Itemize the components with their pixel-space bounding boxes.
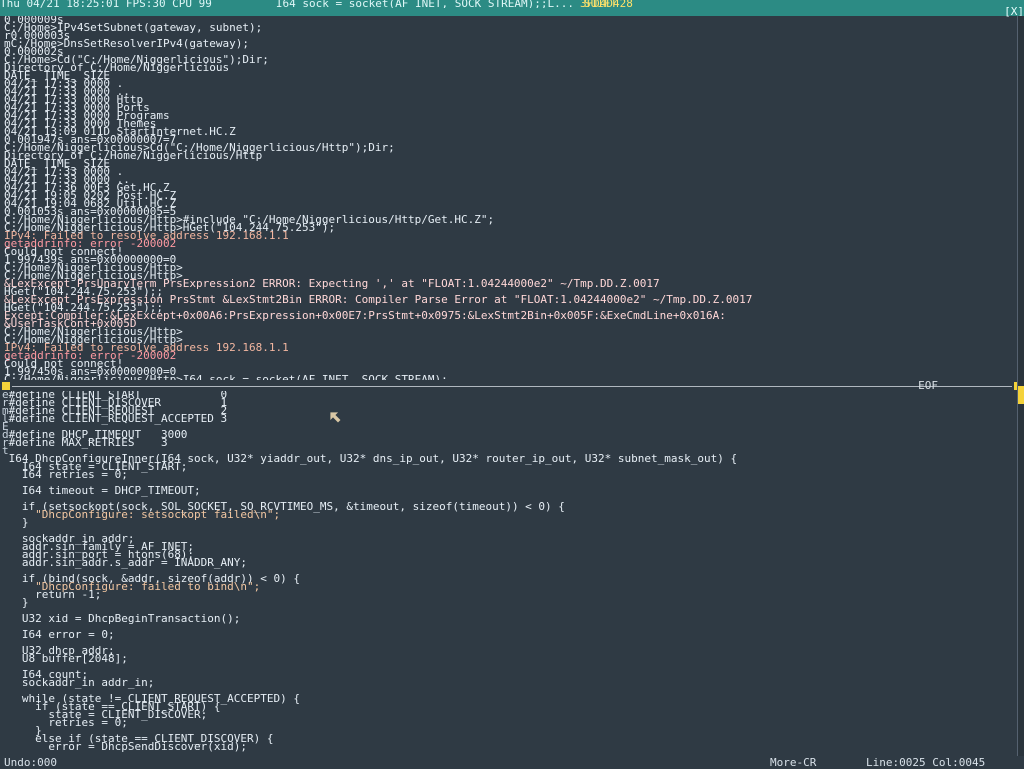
terminal-lines: 0.000009s C:/Home>IPv4SetSubnet(gateway, … bbox=[4, 16, 1020, 380]
code-text: I64 timeout = DHCP_TIMEOUT; bbox=[8, 484, 201, 497]
status-bar: Undo:000 More-CR Line:0025 Col:0045 bbox=[0, 756, 1024, 769]
undo-status: Undo:000 bbox=[4, 756, 57, 769]
divider-left-handle[interactable] bbox=[2, 382, 10, 390]
code-line: U32 xid = DhcpBeginTransaction(); bbox=[2, 612, 1018, 625]
code-line: error = DhcpSendDiscover(xid); bbox=[2, 740, 1018, 753]
clock-cpu-status: Thu 04/21 18:25:01 FPS:30 CPU 99 bbox=[0, 0, 212, 8]
code-line: addr.sin_addr.s_addr = INADDR_ANY; bbox=[2, 556, 1018, 569]
terminal-line: 04/21 17:33 0000 Http bbox=[4, 93, 144, 106]
pane-divider[interactable]: EOF bbox=[0, 379, 1024, 392]
code-text: } bbox=[8, 516, 29, 529]
code-line: state = CLIENT_DISCOVER; bbox=[2, 709, 1018, 720]
terminal-line: Directory of C:/Home/Niggerlicious/Http bbox=[4, 149, 263, 162]
window-title: I64 sock = socket(AF_INET, SOCK_STREAM);… bbox=[275, 0, 574, 8]
terminal-line: 04/21 17:33 0000 .. bbox=[4, 85, 130, 98]
code-text: } bbox=[8, 596, 29, 609]
code-line bbox=[2, 663, 1018, 671]
more-status: More-CR bbox=[770, 756, 817, 769]
code-text: error = DhcpSendDiscover(xid); bbox=[8, 740, 248, 753]
code-line: I64 error = 0; bbox=[2, 628, 1018, 641]
code-line: U32 dhcp_addr; bbox=[2, 645, 1018, 656]
code-editor-pane[interactable]: e#define CLIENT_START 0 r#define CLIENT_D… bbox=[0, 391, 1018, 756]
menu-label[interactable] bbox=[0, 8, 13, 16]
code-lines: e#define CLIENT_START 0 r#define CLIENT_D… bbox=[2, 391, 1018, 753]
close-button[interactable]: [X] bbox=[1004, 6, 1024, 17]
eof-label: EOF bbox=[918, 379, 938, 392]
terminal-line: Directory of C:/Home/Niggerlicious bbox=[4, 61, 230, 74]
code-line: I64 count; bbox=[2, 669, 1018, 680]
code-line: I64 timeout = DHCP_TIMEOUT; bbox=[2, 484, 1018, 497]
code-text: U32 xid = DhcpBeginTransaction(); bbox=[8, 612, 241, 625]
code-line: r#define MAX_RETRIES 3 bbox=[2, 436, 1018, 449]
code-text: #define CLIENT_REQUEST_ACCEPTED 3 bbox=[8, 412, 228, 425]
scrollbar-thumb[interactable] bbox=[1018, 386, 1024, 404]
terminal-line: C:/Home>IPv4SetSubnet(gateway, subnet); bbox=[4, 21, 263, 34]
mouse-pointer-icon bbox=[329, 411, 342, 424]
menu-frame: [X] bbox=[0, 6, 1024, 17]
code-text: I64 retries = 0; bbox=[8, 468, 128, 481]
code-line bbox=[2, 527, 1018, 535]
code-line: U8 buffer[2048]; bbox=[2, 652, 1018, 665]
code-line: l#define CLIENT_REQUEST_ACCEPTED 3 bbox=[2, 412, 1018, 425]
code-line: "DhcpConfigure: failed to bind\n"; bbox=[2, 581, 1018, 592]
terminal-line: 04/21 17:33 0000 . bbox=[4, 77, 124, 90]
terminal-line: getaddrinfo: error -200002 bbox=[4, 349, 177, 362]
code-text: #define MAX_RETRIES 3 bbox=[8, 436, 168, 449]
code-line: sockaddr_in addr_in; bbox=[2, 676, 1018, 689]
terminal-line: 04/21 17:33 0000 Programs bbox=[4, 109, 170, 122]
terminal-line: 04/21 17:33 0000 . bbox=[4, 165, 124, 178]
code-text: I64 error = 0; bbox=[8, 628, 115, 641]
terminal-line: getaddrinfo: error -200002 bbox=[4, 237, 177, 250]
gutter-marker bbox=[2, 740, 9, 753]
cursor-position: Line:0025 Col:0045 bbox=[866, 756, 986, 769]
code-line: } bbox=[2, 596, 1018, 609]
code-text: U8 buffer[2048]; bbox=[8, 652, 128, 665]
code-line bbox=[2, 639, 1018, 647]
code-text: addr.sin_addr.s_addr = INADDR_ANY; bbox=[8, 556, 248, 569]
terminal-line: mC:/Home>DnsSetResolverIPv4(gateway); bbox=[4, 37, 250, 50]
code-text: "DhcpConfigure: setsockopt failed\n"; bbox=[8, 508, 281, 521]
top-bar: Thu 04/21 18:25:01 FPS:30 CPU 99 I64 soc… bbox=[0, 0, 1024, 8]
code-text: sockaddr_in addr_in; bbox=[8, 676, 155, 689]
divider-rule bbox=[12, 386, 1012, 387]
terminal-output-pane[interactable]: 0.000009s C:/Home>IPv4SetSubnet(gateway, … bbox=[0, 16, 1020, 380]
suffix-label: SUIFT bbox=[584, 0, 618, 8]
terminal-line: C:/Home/Niggerlicious/Http>I64 sock = so… bbox=[4, 373, 448, 380]
terminal-line: Except:Compiler:&LexExcept+0x00A6:PrsExp… bbox=[4, 309, 726, 322]
